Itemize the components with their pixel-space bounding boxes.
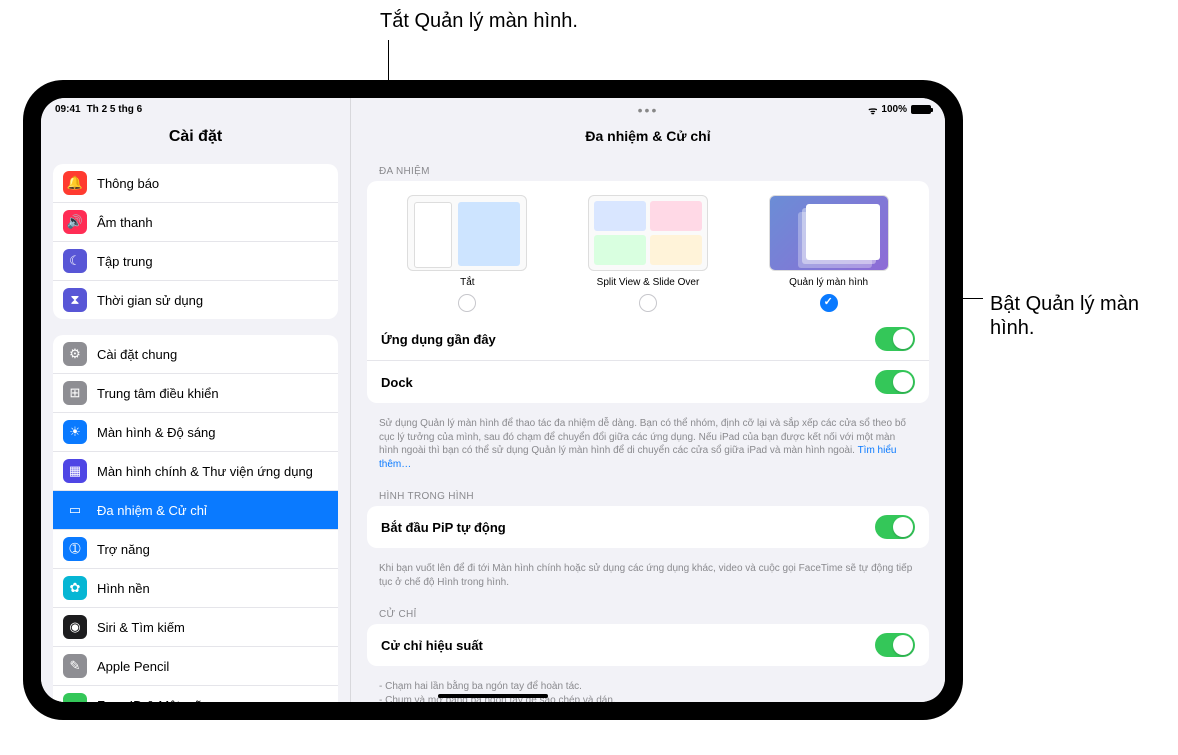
sidebar-item-label: Apple Pencil	[97, 659, 169, 674]
callout-off: Tắt Quản lý màn hình.	[380, 10, 578, 33]
sidebar-icon: ▦	[63, 459, 87, 483]
sidebar-icon: ▭	[63, 498, 87, 522]
toggle-label: Bắt đầu PiP tự động	[381, 520, 506, 535]
settings-sidebar: Cài đặt 🔔 Thông báo 🔊 Âm thanh ☾ Tập trung ⧗ Th…	[41, 98, 351, 702]
sidebar-icon: ☺	[63, 693, 87, 702]
sidebar-item-label: Cài đặt chung	[97, 347, 177, 362]
toggle-label: Cử chỉ hiệu suất	[381, 638, 483, 653]
sidebar-item-t-p-trung[interactable]: ☾ Tập trung	[53, 242, 338, 281]
sidebar-item-m-n-h-nh-s-ng[interactable]: ☀ Màn hình & Độ sáng	[53, 413, 338, 452]
toggle-switch[interactable]	[875, 370, 915, 394]
sidebar-item-label: Face ID & Mật mã	[97, 698, 202, 703]
sidebar-item-label: Màn hình & Độ sáng	[97, 425, 216, 440]
screen: 09:41 Th 2 5 thg 6 ᯤ 100% Cài đặt 🔔 Thông…	[41, 98, 945, 702]
sidebar-item-th-ng-b-o[interactable]: 🔔 Thông báo	[53, 164, 338, 203]
sidebar-icon: ☾	[63, 249, 87, 273]
sidebar-item-face-id-m-t-m-[interactable]: ☺ Face ID & Mật mã	[53, 686, 338, 702]
page-title: Đa nhiệm & Cử chỉ	[351, 122, 945, 158]
sidebar-item-label: Thời gian sử dụng	[97, 293, 203, 308]
sidebar-item-label: Đa nhiệm & Cử chỉ	[97, 503, 207, 518]
multitasking-footer: Sử dụng Quản lý màn hình để thao tác đa …	[351, 413, 945, 483]
sidebar-item-label: Tập trung	[97, 254, 153, 269]
sidebar-item-label: Trung tâm điều khiển	[97, 386, 219, 401]
sidebar-item-label: Hình nền	[97, 581, 150, 596]
sidebar-icon: ✿	[63, 576, 87, 600]
status-date: Th 2 5 thg 6	[87, 104, 143, 115]
gestures-card: Cử chỉ hiệu suất	[367, 624, 929, 666]
toggle-switch[interactable]	[875, 515, 915, 539]
mode-thumbnail	[407, 195, 527, 271]
mode-label: Quản lý màn hình	[789, 277, 868, 288]
sidebar-item-label: Âm thanh	[97, 215, 153, 230]
sidebar-item-c-i-t-chung[interactable]: ⚙ Cài đặt chung	[53, 335, 338, 374]
sidebar-item-label: Thông báo	[97, 176, 159, 191]
toggle-row: Dock	[367, 360, 929, 403]
wifi-icon: ᯤ	[868, 103, 877, 117]
sidebar-icon: ☀	[63, 420, 87, 444]
mode-radio[interactable]	[639, 294, 657, 312]
multitasking-card: Tắt Split View & Slide Over Quản lý màn hì…	[367, 181, 929, 403]
sidebar-item-m-n-h-nh-ch-nh-th-vi-n-ng-d-ng[interactable]: ▦ Màn hình chính & Thư viện ứng dụng	[53, 452, 338, 491]
toggle-switch[interactable]	[875, 633, 915, 657]
main-panel: ••• Đa nhiệm & Cử chỉ ĐA NHIỆM TắtSplit …	[351, 98, 945, 702]
sidebar-item-th-i-gian-s-d-ng[interactable]: ⧗ Thời gian sử dụng	[53, 281, 338, 319]
sidebar-icon: ⚙	[63, 342, 87, 366]
mode-option-1[interactable]: Split View & Slide Over	[573, 195, 723, 312]
sidebar-icon: ◉	[63, 615, 87, 639]
mode-thumbnail	[769, 195, 889, 271]
sidebar-item-h-nh-n-n[interactable]: ✿ Hình nền	[53, 569, 338, 608]
mode-option-0[interactable]: Tắt	[392, 195, 542, 312]
sidebar-item-tr-n-ng[interactable]: ➀ Trợ năng	[53, 530, 338, 569]
toggle-label: Ứng dụng gần đây	[381, 332, 496, 347]
sidebar-item--m-thanh[interactable]: 🔊 Âm thanh	[53, 203, 338, 242]
sidebar-item--a-nhi-m-c-ch-[interactable]: ▭ Đa nhiệm & Cử chỉ	[53, 491, 338, 530]
gestures-footer: - Chạm hai lần bằng ba ngón tay để hoàn …	[351, 676, 945, 702]
sidebar-icon: ➀	[63, 537, 87, 561]
section-header-pip: HÌNH TRONG HÌNH	[351, 483, 945, 506]
section-header-gestures: CỬ CHỈ	[351, 601, 945, 624]
toggle-row: Ứng dụng gần đây	[367, 318, 929, 360]
home-indicator[interactable]	[438, 694, 548, 698]
battery-percent: 100%	[881, 104, 907, 115]
mode-label: Tắt	[460, 277, 474, 288]
pip-footer: Khi bạn vuốt lên để đi tới Màn hình chín…	[351, 558, 945, 601]
sidebar-icon: ⊞	[63, 381, 87, 405]
sidebar-icon: 🔔	[63, 171, 87, 195]
sidebar-item-label: Trợ năng	[97, 542, 150, 557]
sidebar-title: Cài đặt	[41, 122, 350, 156]
mode-thumbnail	[588, 195, 708, 271]
mode-radio[interactable]	[458, 294, 476, 312]
sidebar-item-label: Màn hình chính & Thư viện ứng dụng	[97, 464, 313, 479]
toggle-switch[interactable]	[875, 327, 915, 351]
sidebar-item-trung-t-m-i-u-khi-n[interactable]: ⊞ Trung tâm điều khiển	[53, 374, 338, 413]
sidebar-icon: ✎	[63, 654, 87, 678]
callout-on: Bật Quản lý màn hình.	[990, 292, 1178, 340]
mode-radio[interactable]	[820, 294, 838, 312]
mode-label: Split View & Slide Over	[597, 277, 700, 288]
section-header-multitasking: ĐA NHIỆM	[351, 158, 945, 181]
battery-icon	[911, 105, 931, 114]
sidebar-item-apple-pencil[interactable]: ✎ Apple Pencil	[53, 647, 338, 686]
sidebar-item-label: Siri & Tìm kiếm	[97, 620, 185, 635]
toggle-row: Bắt đầu PiP tự động	[367, 506, 929, 548]
toggle-row: Cử chỉ hiệu suất	[367, 624, 929, 666]
status-time: 09:41	[55, 104, 81, 115]
mode-option-2[interactable]: Quản lý màn hình	[754, 195, 904, 312]
ipad-frame: 09:41 Th 2 5 thg 6 ᯤ 100% Cài đặt 🔔 Thông…	[23, 80, 963, 720]
toggle-label: Dock	[381, 375, 413, 390]
sidebar-icon: ⧗	[63, 288, 87, 312]
status-bar: 09:41 Th 2 5 thg 6 ᯤ 100%	[41, 98, 945, 118]
sidebar-item-siri-t-m-ki-m[interactable]: ◉ Siri & Tìm kiếm	[53, 608, 338, 647]
sidebar-icon: 🔊	[63, 210, 87, 234]
pip-card: Bắt đầu PiP tự động	[367, 506, 929, 548]
